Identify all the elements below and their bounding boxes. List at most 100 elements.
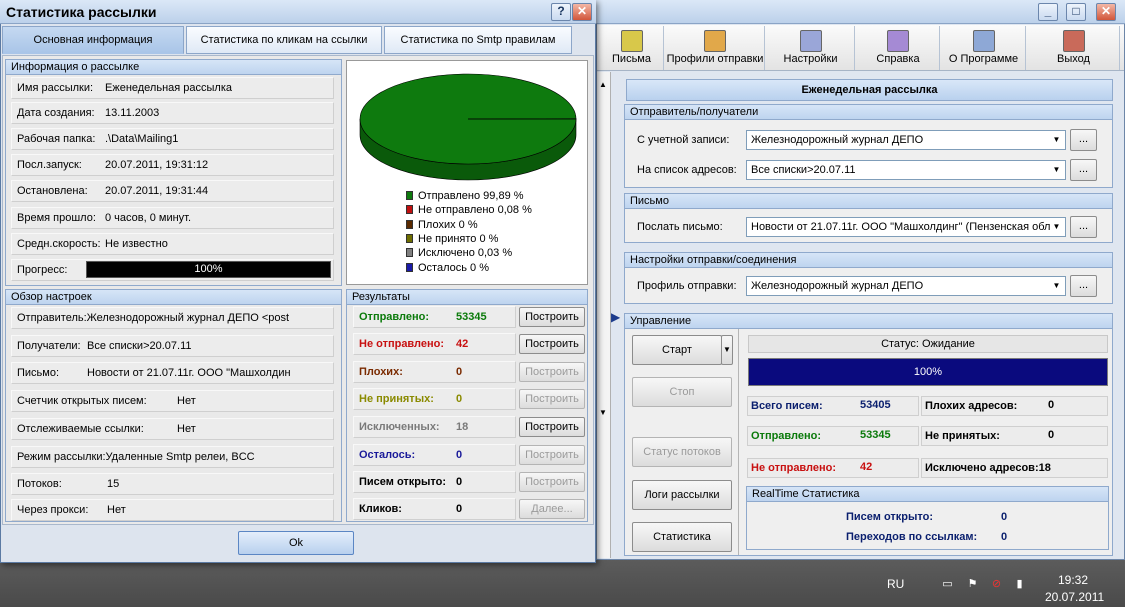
result-value: 0 — [456, 503, 463, 515]
group-title: Обзор настроек — [6, 290, 341, 305]
mailing-logs-button[interactable]: Логи рассылки — [632, 480, 732, 510]
build-chart-button[interactable]: Построить — [519, 307, 585, 327]
toolbar-label: Настройки — [783, 53, 838, 65]
send-profile-select[interactable]: Железнодорожный журнал ДЕПО ▼ — [746, 276, 1066, 296]
main-progress-text: 100% — [913, 366, 943, 378]
info-label: Остановлена: — [17, 185, 88, 197]
send-letter-label: Послать письмо: — [637, 221, 723, 233]
help-button[interactable]: ? — [551, 3, 571, 21]
total-letters-cell: Всего писем: — [747, 396, 919, 416]
overview-value: Нет — [177, 395, 196, 407]
toolbar-button-exit[interactable]: Выход — [1028, 26, 1120, 70]
legend-swatch — [406, 248, 413, 258]
result-value: 0 — [456, 476, 463, 488]
opened-value: 0 — [1001, 511, 1008, 523]
chevron-down-icon: ▼ — [1052, 135, 1061, 144]
legend-item: Не принято 0 % — [406, 233, 498, 246]
minimize-button[interactable]: _ — [1038, 3, 1058, 21]
info-value: .\Data\Mailing1 — [105, 133, 179, 145]
result-row: Не отправлено: 42 — [353, 333, 516, 355]
mailing-list-panel[interactable] — [597, 72, 611, 558]
build-chart-button[interactable]: Построить — [519, 362, 585, 382]
toolbar-button-help[interactable]: Справка — [857, 26, 940, 70]
info-value: Не известно — [105, 238, 168, 250]
address-list-select[interactable]: Все списки>20.07.11 ▼ — [746, 160, 1066, 180]
excluded-value: 18 — [1038, 462, 1051, 474]
build-chart-button[interactable]: Построить — [519, 417, 585, 437]
toolbar-button-letters[interactable]: Письма — [600, 26, 664, 70]
ok-button[interactable]: Ok — [238, 531, 354, 555]
letter-browse-button[interactable]: ... — [1070, 216, 1097, 238]
address-list-label: На список адресов: — [637, 164, 737, 176]
flag-tray-icon[interactable]: ⚑ — [966, 578, 979, 591]
legend-label: Не принято 0 % — [418, 232, 499, 245]
toolbar-label: Профили отправки — [666, 53, 764, 65]
build-chart-button[interactable]: Построить — [519, 334, 585, 354]
profiles-icon — [704, 30, 726, 52]
group-title: Отправитель/получатели — [625, 105, 1112, 120]
legend-label: Плохих 0 % — [418, 218, 478, 231]
sent-cell: Отправлено: — [747, 426, 919, 446]
legend-swatch — [406, 219, 413, 229]
group-title: RealTime Статистика — [747, 487, 1108, 502]
overview-value: Все списки>20.07.11 — [87, 340, 192, 352]
tab-link-clicks[interactable]: Статистика по кликам на ссылки — [186, 26, 382, 54]
result-label: Кликов: — [359, 503, 402, 515]
legend-item: Осталось 0 % — [406, 262, 489, 275]
clock-date[interactable]: 20.07.2011 — [1045, 590, 1104, 604]
toolbar-button-profiles[interactable]: Профили отправки — [666, 26, 765, 70]
legend-label: Осталось 0 % — [418, 261, 489, 274]
build-chart-button[interactable]: Построить — [519, 389, 585, 409]
legend-swatch — [406, 205, 413, 215]
build-chart-button[interactable]: Построить — [519, 445, 585, 465]
monitor-tray-icon[interactable]: ⊘ — [990, 578, 1003, 591]
overview-label: Письмо: — [17, 367, 60, 379]
build-chart-button[interactable]: Далее... — [519, 499, 585, 519]
start-dropdown-button[interactable]: ▼ — [721, 335, 733, 365]
stats-progress-text: 100% — [194, 263, 223, 275]
result-row: Писем открыто: 0 — [353, 471, 516, 493]
lang-indicator[interactable]: RU — [887, 577, 904, 591]
result-row: Плохих: 0 — [353, 361, 516, 383]
dialog-close-button[interactable]: ✕ — [572, 3, 592, 21]
legend-label: Отправлено 99,89 % — [418, 190, 524, 202]
splitter-arrow-icon[interactable]: ▶ — [611, 310, 620, 328]
scroll-down-button[interactable]: ▼ — [597, 408, 609, 422]
power-tray-icon[interactable]: ▮ — [1013, 578, 1026, 591]
network-tray-icon[interactable]: ▭ — [941, 578, 954, 591]
scroll-up-button[interactable]: ▲ — [597, 80, 609, 94]
toolbar-label: О Программе — [948, 53, 1019, 65]
excluded-cell: Исключено адресов:18 — [921, 458, 1108, 478]
build-chart-button[interactable]: Построить — [519, 472, 585, 492]
profile-browse-button[interactable]: ... — [1070, 275, 1097, 297]
address-list-browse-button[interactable]: ... — [1070, 159, 1097, 181]
result-value: 0 — [456, 449, 463, 461]
statistics-button[interactable]: Статистика — [632, 522, 732, 552]
chevron-down-icon: ▼ — [1052, 165, 1061, 174]
help-icon — [887, 30, 909, 52]
stop-button[interactable]: Стоп — [632, 377, 732, 407]
letter-select[interactable]: Новости от 21.07.11г. ООО "Машхолдинг" (… — [746, 217, 1066, 237]
overview-row: Потоков: 15 — [11, 473, 334, 495]
clock-time[interactable]: 19:32 — [1058, 573, 1088, 587]
legend-item: Отправлено 99,89 % — [406, 190, 524, 203]
settings-icon — [799, 30, 822, 52]
tab-smtp-rules[interactable]: Статистика по Smtp правилам — [384, 26, 572, 54]
main-close-button[interactable]: ✕ — [1096, 3, 1116, 21]
overview-row: Отправитель:Железнодорожный журнал ДЕПО … — [11, 307, 334, 329]
result-value: 42 — [456, 338, 469, 350]
overview-row: Режим рассылки:Удаленные Smtp релеи, BCC — [11, 446, 334, 468]
result-value: 53345 — [456, 311, 487, 323]
overview-value: Железнодорожный журнал ДЕПО <post — [86, 312, 290, 324]
legend-swatch — [406, 191, 413, 200]
start-button[interactable]: Старт — [632, 335, 722, 365]
maximize-button[interactable]: □ — [1066, 3, 1086, 21]
thread-status-button[interactable]: Статус потоков — [632, 437, 732, 467]
result-row: Кликов: 0 — [353, 498, 516, 520]
account-browse-button[interactable]: ... — [1070, 129, 1097, 151]
info-value: 13.11.2003 — [105, 107, 160, 119]
toolbar-button-about[interactable]: О Программе — [942, 26, 1026, 70]
account-select[interactable]: Железнодорожный журнал ДЕПО ▼ — [746, 130, 1066, 150]
toolbar-button-settings[interactable]: Настройки — [767, 26, 855, 70]
tab-main-info[interactable]: Основная информация — [2, 26, 184, 54]
